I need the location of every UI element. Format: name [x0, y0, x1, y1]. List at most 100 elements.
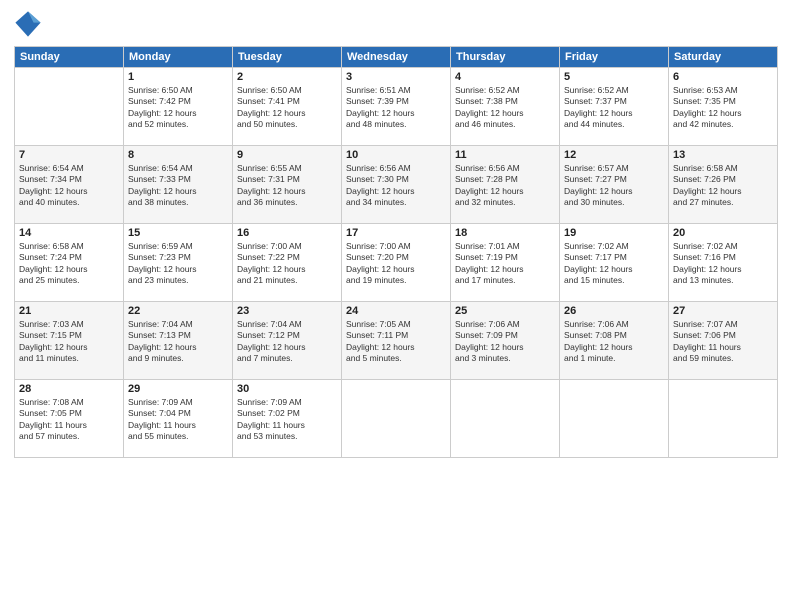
day-info: Sunrise: 7:08 AM Sunset: 7:05 PM Dayligh…	[19, 397, 119, 443]
col-header-wednesday: Wednesday	[342, 47, 451, 68]
day-info: Sunrise: 7:09 AM Sunset: 7:04 PM Dayligh…	[128, 397, 228, 443]
col-header-saturday: Saturday	[669, 47, 778, 68]
day-info: Sunrise: 6:50 AM Sunset: 7:41 PM Dayligh…	[237, 85, 337, 131]
calendar-cell	[560, 380, 669, 458]
day-info: Sunrise: 6:56 AM Sunset: 7:30 PM Dayligh…	[346, 163, 446, 209]
header	[14, 10, 778, 38]
day-info: Sunrise: 7:04 AM Sunset: 7:12 PM Dayligh…	[237, 319, 337, 365]
calendar-cell: 14Sunrise: 6:58 AM Sunset: 7:24 PM Dayli…	[15, 224, 124, 302]
calendar-cell: 10Sunrise: 6:56 AM Sunset: 7:30 PM Dayli…	[342, 146, 451, 224]
calendar-cell: 15 Sunrise: 6:59 AM Sunset: 7:23 PM Dayli…	[124, 224, 233, 302]
day-info: Sunrise: 6:50 AM Sunset: 7:42 PM Dayligh…	[128, 85, 228, 131]
week-row-5: 28 Sunrise: 7:08 AM Sunset: 7:05 PM Dayli…	[15, 380, 778, 458]
day-number: 21	[19, 305, 119, 317]
day-info: Sunrise: 7:00 AM Sunset: 7:20 PM Dayligh…	[346, 241, 446, 287]
day-number: 29	[128, 383, 228, 395]
week-row-4: 21 Sunrise: 7:03 AM Sunset: 7:15 PM Dayli…	[15, 302, 778, 380]
day-info: Sunrise: 7:06 AM Sunset: 7:09 PM Dayligh…	[455, 319, 555, 365]
day-info: Sunrise: 6:54 AM Sunset: 7:33 PM Dayligh…	[128, 163, 228, 209]
calendar-cell: 6 Sunrise: 6:53 AM Sunset: 7:35 PM Daylig…	[669, 68, 778, 146]
calendar-cell: 2 Sunrise: 6:50 AM Sunset: 7:41 PM Daylig…	[233, 68, 342, 146]
calendar-cell: 25Sunrise: 7:06 AM Sunset: 7:09 PM Dayli…	[451, 302, 560, 380]
col-header-tuesday: Tuesday	[233, 47, 342, 68]
day-info: Sunrise: 7:00 AM Sunset: 7:22 PM Dayligh…	[237, 241, 337, 287]
day-number: 2	[237, 71, 337, 83]
week-row-1: 1 Sunrise: 6:50 AM Sunset: 7:42 PM Daylig…	[15, 68, 778, 146]
day-number: 1	[128, 71, 228, 83]
day-number: 22	[128, 305, 228, 317]
day-number: 7	[19, 149, 119, 161]
calendar-cell	[451, 380, 560, 458]
day-number: 15	[128, 227, 228, 239]
calendar-cell: 16 Sunrise: 7:00 AM Sunset: 7:22 PM Dayli…	[233, 224, 342, 302]
calendar-cell	[342, 380, 451, 458]
calendar-cell: 9 Sunrise: 6:55 AM Sunset: 7:31 PM Daylig…	[233, 146, 342, 224]
logo	[14, 10, 44, 38]
day-number: 11	[455, 149, 555, 161]
calendar-header-row: SundayMondayTuesdayWednesdayThursdayFrid…	[15, 47, 778, 68]
day-info: Sunrise: 7:09 AM Sunset: 7:02 PM Dayligh…	[237, 397, 337, 443]
calendar-cell: 26 Sunrise: 7:06 AM Sunset: 7:08 PM Dayli…	[560, 302, 669, 380]
calendar-cell	[669, 380, 778, 458]
day-info: Sunrise: 7:01 AM Sunset: 7:19 PM Dayligh…	[455, 241, 555, 287]
day-info: Sunrise: 6:54 AM Sunset: 7:34 PM Dayligh…	[19, 163, 119, 209]
day-number: 23	[237, 305, 337, 317]
calendar-cell: 7 Sunrise: 6:54 AM Sunset: 7:34 PM Daylig…	[15, 146, 124, 224]
calendar-cell: 8Sunrise: 6:54 AM Sunset: 7:33 PM Daylig…	[124, 146, 233, 224]
day-number: 18	[455, 227, 555, 239]
day-info: Sunrise: 7:04 AM Sunset: 7:13 PM Dayligh…	[128, 319, 228, 365]
day-number: 4	[455, 71, 555, 83]
day-info: Sunrise: 7:07 AM Sunset: 7:06 PM Dayligh…	[673, 319, 773, 365]
day-number: 17	[346, 227, 446, 239]
day-number: 28	[19, 383, 119, 395]
day-info: Sunrise: 6:51 AM Sunset: 7:39 PM Dayligh…	[346, 85, 446, 131]
calendar-cell: 24Sunrise: 7:05 AM Sunset: 7:11 PM Dayli…	[342, 302, 451, 380]
calendar-cell: 27 Sunrise: 7:07 AM Sunset: 7:06 PM Dayli…	[669, 302, 778, 380]
calendar-cell: 23 Sunrise: 7:04 AM Sunset: 7:12 PM Dayli…	[233, 302, 342, 380]
calendar-cell: 17 Sunrise: 7:00 AM Sunset: 7:20 PM Dayli…	[342, 224, 451, 302]
day-number: 30	[237, 383, 337, 395]
day-number: 6	[673, 71, 773, 83]
day-number: 12	[564, 149, 664, 161]
page: SundayMondayTuesdayWednesdayThursdayFrid…	[0, 0, 792, 612]
col-header-thursday: Thursday	[451, 47, 560, 68]
day-number: 14	[19, 227, 119, 239]
day-info: Sunrise: 6:53 AM Sunset: 7:35 PM Dayligh…	[673, 85, 773, 131]
day-info: Sunrise: 6:58 AM Sunset: 7:26 PM Dayligh…	[673, 163, 773, 209]
day-info: Sunrise: 7:02 AM Sunset: 7:17 PM Dayligh…	[564, 241, 664, 287]
day-info: Sunrise: 6:52 AM Sunset: 7:38 PM Dayligh…	[455, 85, 555, 131]
day-number: 26	[564, 305, 664, 317]
day-info: Sunrise: 6:52 AM Sunset: 7:37 PM Dayligh…	[564, 85, 664, 131]
col-header-friday: Friday	[560, 47, 669, 68]
calendar-cell: 5 Sunrise: 6:52 AM Sunset: 7:37 PM Daylig…	[560, 68, 669, 146]
day-number: 27	[673, 305, 773, 317]
week-row-3: 14Sunrise: 6:58 AM Sunset: 7:24 PM Dayli…	[15, 224, 778, 302]
calendar-cell: 22 Sunrise: 7:04 AM Sunset: 7:13 PM Dayli…	[124, 302, 233, 380]
day-number: 16	[237, 227, 337, 239]
day-number: 19	[564, 227, 664, 239]
calendar-cell: 12 Sunrise: 6:57 AM Sunset: 7:27 PM Dayli…	[560, 146, 669, 224]
calendar-cell: 4 Sunrise: 6:52 AM Sunset: 7:38 PM Daylig…	[451, 68, 560, 146]
day-number: 5	[564, 71, 664, 83]
day-info: Sunrise: 6:57 AM Sunset: 7:27 PM Dayligh…	[564, 163, 664, 209]
day-number: 20	[673, 227, 773, 239]
calendar-cell: 1 Sunrise: 6:50 AM Sunset: 7:42 PM Daylig…	[124, 68, 233, 146]
day-info: Sunrise: 7:02 AM Sunset: 7:16 PM Dayligh…	[673, 241, 773, 287]
day-number: 9	[237, 149, 337, 161]
day-info: Sunrise: 6:55 AM Sunset: 7:31 PM Dayligh…	[237, 163, 337, 209]
day-info: Sunrise: 7:03 AM Sunset: 7:15 PM Dayligh…	[19, 319, 119, 365]
calendar-cell: 3 Sunrise: 6:51 AM Sunset: 7:39 PM Daylig…	[342, 68, 451, 146]
calendar-table: SundayMondayTuesdayWednesdayThursdayFrid…	[14, 46, 778, 458]
col-header-sunday: Sunday	[15, 47, 124, 68]
day-number: 24	[346, 305, 446, 317]
day-info: Sunrise: 6:59 AM Sunset: 7:23 PM Dayligh…	[128, 241, 228, 287]
calendar-cell: 13 Sunrise: 6:58 AM Sunset: 7:26 PM Dayli…	[669, 146, 778, 224]
day-number: 3	[346, 71, 446, 83]
day-number: 13	[673, 149, 773, 161]
calendar-cell: 20 Sunrise: 7:02 AM Sunset: 7:16 PM Dayli…	[669, 224, 778, 302]
calendar-cell: 21 Sunrise: 7:03 AM Sunset: 7:15 PM Dayli…	[15, 302, 124, 380]
calendar-cell: 18 Sunrise: 7:01 AM Sunset: 7:19 PM Dayli…	[451, 224, 560, 302]
day-info: Sunrise: 7:06 AM Sunset: 7:08 PM Dayligh…	[564, 319, 664, 365]
calendar-cell: 11Sunrise: 6:56 AM Sunset: 7:28 PM Dayli…	[451, 146, 560, 224]
week-row-2: 7 Sunrise: 6:54 AM Sunset: 7:34 PM Daylig…	[15, 146, 778, 224]
